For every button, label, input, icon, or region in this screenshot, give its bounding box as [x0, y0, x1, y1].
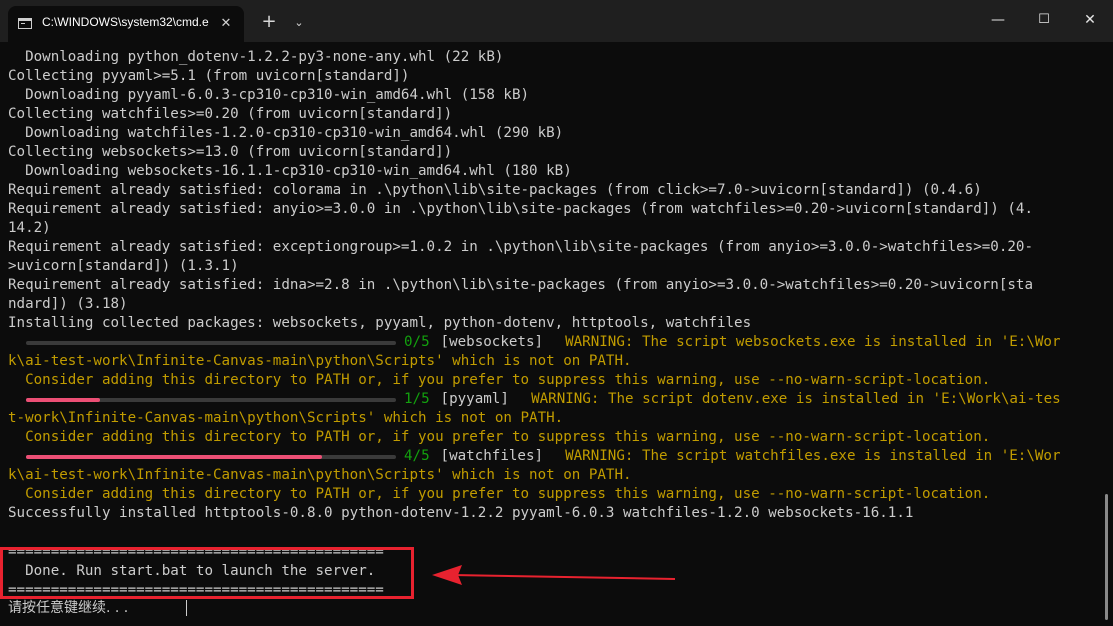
- progress-bar-fill: [26, 398, 100, 402]
- warning-line: WARNING: The script watchfiles.exe is in…: [548, 448, 1061, 464]
- maximize-button[interactable]: ☐: [1021, 6, 1067, 34]
- terminal-line: Collecting watchfiles>=0.20 (from uvicor…: [8, 106, 453, 122]
- text-cursor: [186, 600, 187, 616]
- title-bar: C:\WINDOWS\system32\cmd.e ✕ + ⌄ — ☐ ✕: [0, 0, 1113, 42]
- progress-bar-track: [26, 341, 396, 345]
- terminal-line: Collecting pyyaml>=5.1 (from uvicorn[sta…: [8, 68, 410, 84]
- warning-line: WARNING: The script websockets.exe is in…: [548, 334, 1061, 350]
- warning-hint: Consider adding this directory to PATH o…: [8, 429, 991, 445]
- progress-package: [websockets]: [432, 334, 544, 350]
- scrollbar[interactable]: [1105, 494, 1108, 620]
- pause-prompt: 请按任意键继续. . .: [8, 600, 129, 616]
- warning-hint: Consider adding this directory to PATH o…: [8, 372, 991, 388]
- terminal-line: Downloading python_dotenv-1.2.2-py3-none…: [8, 49, 504, 65]
- success-line: Successfully installed httptools-0.8.0 p…: [8, 505, 914, 521]
- terminal-line: >uvicorn[standard]) (1.3.1): [8, 258, 239, 274]
- annotation-arrow-icon: [432, 565, 676, 585]
- terminal-line: Downloading watchfiles-1.2.0-cp310-cp310…: [8, 125, 564, 141]
- progress-package: [watchfiles]: [432, 448, 544, 464]
- cmd-icon: [18, 18, 32, 29]
- close-window-button[interactable]: ✕: [1067, 6, 1113, 34]
- terminal-line: 14.2): [8, 220, 51, 236]
- terminal-line: Collecting websockets>=13.0 (from uvicor…: [8, 144, 453, 160]
- terminal-line: Requirement already satisfied: idna>=2.8…: [8, 277, 1033, 293]
- warning-line: k\ai-test-work\Infinite-Canvas-main\pyth…: [8, 467, 632, 483]
- annotation-highlight-box: [0, 547, 414, 599]
- warning-line: t-work\Infinite-Canvas-main\python\Scrip…: [8, 410, 564, 426]
- minimize-button[interactable]: —: [975, 6, 1021, 34]
- terminal-line: Requirement already satisfied: exception…: [8, 239, 1033, 255]
- progress-count: 0/5: [404, 334, 430, 350]
- warning-line: WARNING: The script dotenv.exe is instal…: [514, 391, 1061, 407]
- warning-line: k\ai-test-work\Infinite-Canvas-main\pyth…: [8, 353, 632, 369]
- terminal-line: Downloading pyyaml-6.0.3-cp310-cp310-win…: [8, 87, 530, 103]
- tab-title: C:\WINDOWS\system32\cmd.e: [42, 15, 209, 29]
- progress-count: 4/5: [404, 448, 430, 464]
- terminal-line: Requirement already satisfied: anyio>=3.…: [8, 201, 1033, 217]
- close-tab-icon[interactable]: ✕: [218, 15, 234, 33]
- terminal-line: Installing collected packages: websocket…: [8, 315, 752, 331]
- terminal-tab[interactable]: C:\WINDOWS\system32\cmd.e ✕: [8, 6, 244, 42]
- terminal-line: Downloading websockets-16.1.1-cp310-cp31…: [8, 163, 572, 179]
- terminal-line: Requirement already satisfied: colorama …: [8, 182, 982, 198]
- progress-bar-fill: [26, 455, 322, 459]
- chevron-down-icon[interactable]: ⌄: [289, 11, 309, 35]
- warning-hint: Consider adding this directory to PATH o…: [8, 486, 991, 502]
- new-tab-icon[interactable]: +: [259, 10, 279, 34]
- terminal-line: ndard]) (3.18): [8, 296, 128, 312]
- progress-count: 1/5: [404, 391, 430, 407]
- progress-package: [pyyaml]: [432, 391, 509, 407]
